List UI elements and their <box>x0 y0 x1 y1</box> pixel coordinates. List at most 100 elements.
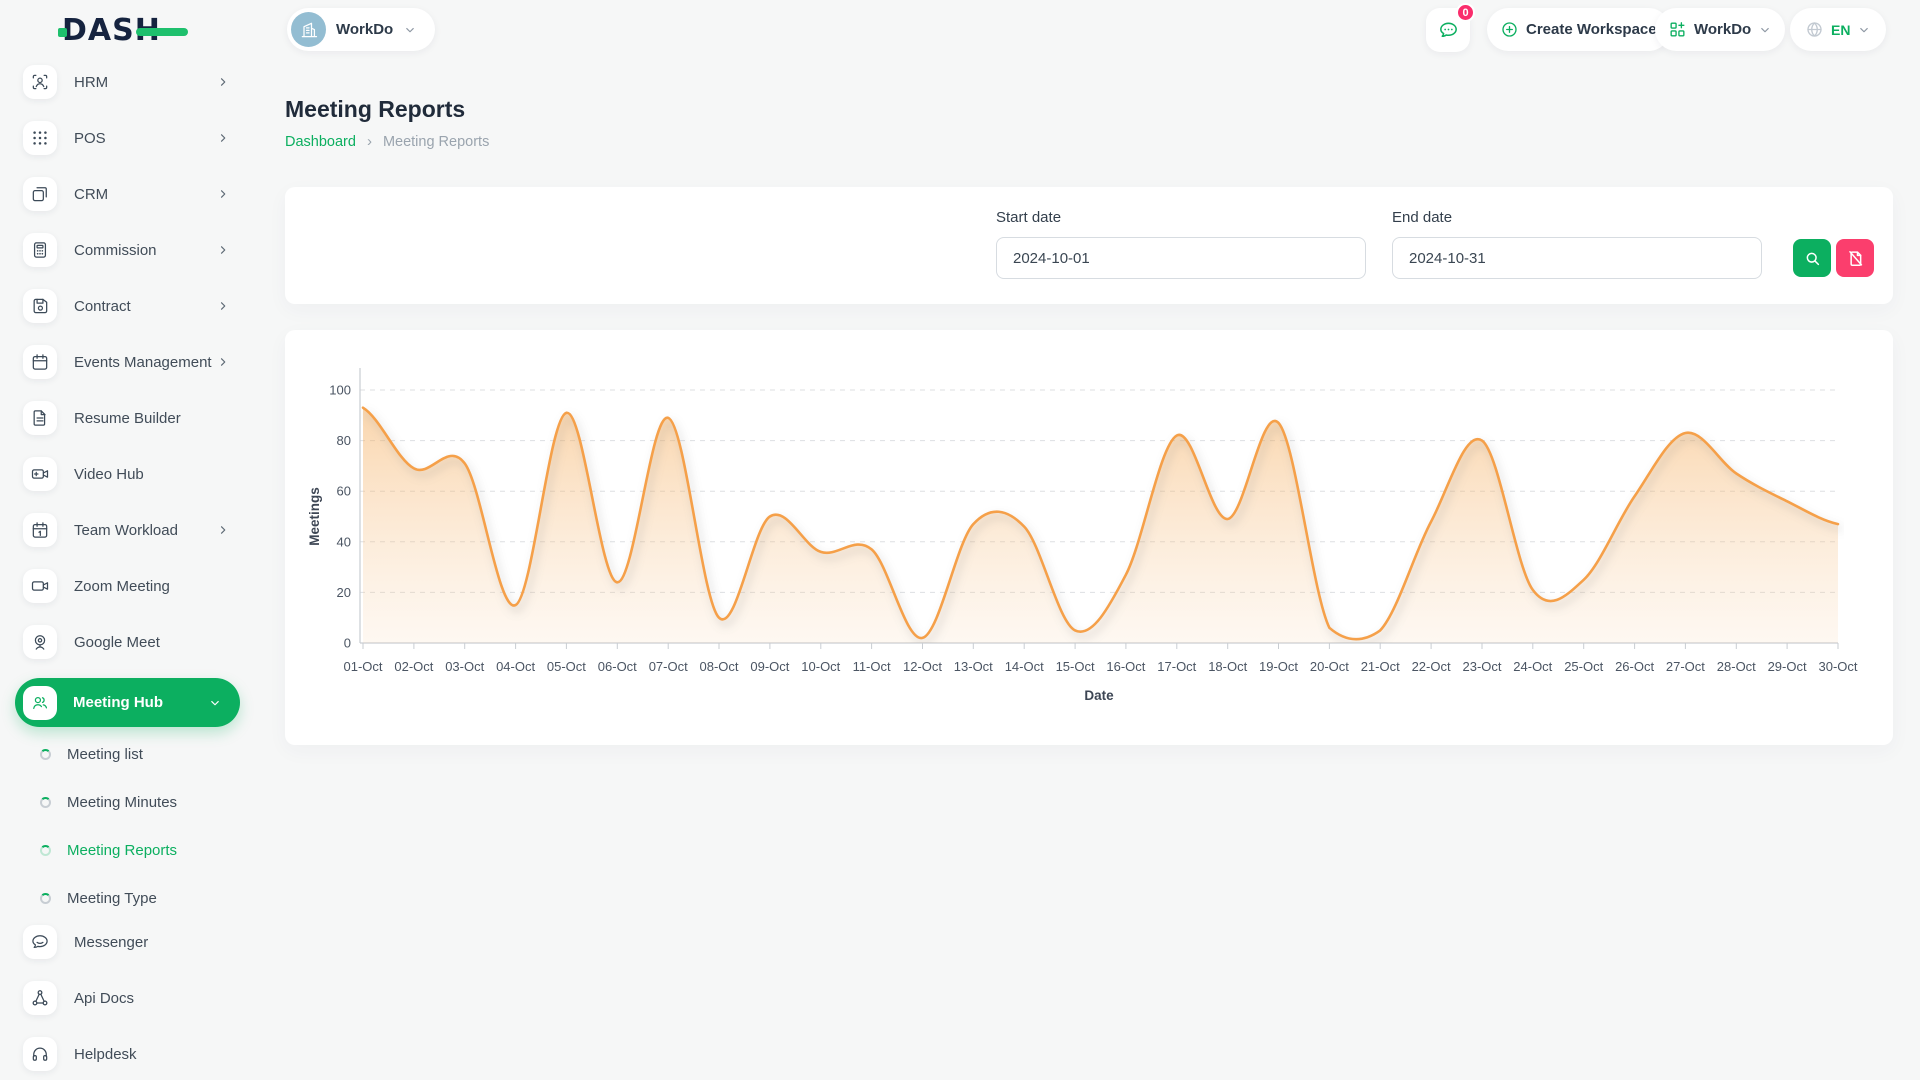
svg-text:40: 40 <box>337 534 351 549</box>
chevron-down-icon <box>403 23 417 37</box>
svg-text:13-Oct: 13-Oct <box>954 659 993 674</box>
sidebar-item-label: Contract <box>74 298 131 315</box>
sidebar-item-label: Meeting Reports <box>67 842 177 859</box>
sidebar-item-google-meet[interactable]: Google Meet <box>23 622 262 662</box>
messages-button[interactable]: 0 <box>1426 8 1470 52</box>
language-selector[interactable]: EN <box>1790 8 1886 51</box>
sidebar-item-label: Messenger <box>74 934 148 951</box>
svg-text:04-Oct: 04-Oct <box>496 659 535 674</box>
sidebar-item-hrm[interactable]: HRM <box>23 62 262 102</box>
sidebar-navigation: HRM POS CRM Commission Contract Events Manage… <box>0 62 262 1080</box>
sidebar-item-label: Meeting Hub <box>73 694 163 711</box>
chat-bubble-icon <box>23 925 57 959</box>
app-logo[interactable]: DASH <box>62 13 202 49</box>
svg-text:100: 100 <box>329 383 351 398</box>
breadcrumb-current: Meeting Reports <box>383 134 489 150</box>
workspace-avatar <box>291 12 326 47</box>
crm-icon <box>23 177 57 211</box>
svg-text:06-Oct: 06-Oct <box>598 659 637 674</box>
svg-text:0: 0 <box>344 636 351 651</box>
svg-text:60: 60 <box>337 484 351 499</box>
workspace-name: WorkDo <box>336 21 393 38</box>
sidebar-item-pos[interactable]: POS <box>23 118 262 158</box>
breadcrumb: Dashboard › Meeting Reports <box>285 133 489 150</box>
start-date-input[interactable] <box>996 237 1366 279</box>
sidebar-item-meeting-type[interactable]: Meeting Type <box>40 874 262 922</box>
svg-text:Date: Date <box>1084 688 1114 703</box>
workdo-menu-button[interactable]: WorkDo <box>1655 8 1785 51</box>
ring-icon <box>40 797 51 808</box>
page-title: Meeting Reports <box>285 96 465 123</box>
sidebar-item-label: Commission <box>74 242 157 259</box>
sidebar-item-meeting-list[interactable]: Meeting list <box>40 730 262 778</box>
chevron-down-icon <box>1758 23 1772 37</box>
meetings-area-chart: 02040608010001-Oct02-Oct03-Oct04-Oct05-O… <box>285 330 1893 745</box>
messages-badge: 0 <box>1456 3 1475 22</box>
svg-text:29-Oct: 29-Oct <box>1768 659 1807 674</box>
reset-filter-button[interactable] <box>1836 239 1874 277</box>
document-icon <box>23 401 57 435</box>
chevron-right-icon <box>216 187 230 201</box>
ring-icon <box>40 893 51 904</box>
sidebar-item-commission[interactable]: Commission <box>23 230 262 270</box>
svg-text:24-Oct: 24-Oct <box>1513 659 1552 674</box>
svg-text:Meetings: Meetings <box>307 487 322 546</box>
sidebar-item-label: Helpdesk <box>74 1046 137 1063</box>
ring-icon <box>40 749 51 760</box>
create-workspace-button[interactable]: Create Workspace <box>1487 8 1670 51</box>
sidebar-item-api-docs[interactable]: Api Docs <box>23 978 262 1018</box>
sidebar-item-label: Meeting list <box>67 746 143 763</box>
svg-text:26-Oct: 26-Oct <box>1615 659 1654 674</box>
sidebar-item-helpdesk[interactable]: Helpdesk <box>23 1034 262 1074</box>
svg-text:20-Oct: 20-Oct <box>1310 659 1349 674</box>
sidebar-item-label: HRM <box>74 74 108 91</box>
calendar-day-icon <box>23 513 57 547</box>
sidebar-item-meeting-minutes[interactable]: Meeting Minutes <box>40 778 262 826</box>
sidebar-item-messenger[interactable]: Messenger <box>23 922 262 962</box>
video-camera-icon <box>23 569 57 603</box>
ring-icon <box>40 845 51 856</box>
chat-bubble-icon <box>1437 19 1460 42</box>
apply-filter-button[interactable] <box>1793 239 1831 277</box>
breadcrumb-dashboard-link[interactable]: Dashboard <box>285 134 356 150</box>
sidebar-item-resume-builder[interactable]: Resume Builder <box>23 398 262 438</box>
svg-text:20: 20 <box>337 585 351 600</box>
sidebar-item-video-hub[interactable]: Video Hub <box>23 454 262 494</box>
sidebar-item-contract[interactable]: Contract <box>23 286 262 326</box>
workdo-menu-label: WorkDo <box>1694 21 1751 38</box>
users-icon <box>23 686 57 720</box>
video-plus-icon <box>23 457 57 491</box>
svg-text:30-Oct: 30-Oct <box>1818 659 1857 674</box>
logo-dot <box>58 28 67 37</box>
sidebar-item-label: Zoom Meeting <box>74 578 170 595</box>
sidebar-item-label: CRM <box>74 186 108 203</box>
svg-text:21-Oct: 21-Oct <box>1361 659 1400 674</box>
pos-grid-icon <box>23 121 57 155</box>
svg-text:07-Oct: 07-Oct <box>649 659 688 674</box>
chevron-right-icon <box>216 131 230 145</box>
workspace-switcher[interactable]: WorkDo <box>287 8 435 51</box>
sidebar-item-crm[interactable]: CRM <box>23 174 262 214</box>
svg-text:12-Oct: 12-Oct <box>903 659 942 674</box>
svg-text:08-Oct: 08-Oct <box>699 659 738 674</box>
hrm-icon <box>23 65 57 99</box>
sidebar-item-zoom-meeting[interactable]: Zoom Meeting <box>23 566 262 606</box>
sidebar-item-meeting-reports[interactable]: Meeting Reports <box>40 826 262 874</box>
sidebar-item-team-workload[interactable]: Team Workload <box>23 510 262 550</box>
chevron-right-icon <box>216 523 230 537</box>
sidebar-item-meeting-hub[interactable]: Meeting Hub <box>15 678 240 727</box>
contract-icon <box>23 289 57 323</box>
sidebar-item-label: POS <box>74 130 106 147</box>
sidebar-item-label: Meeting Type <box>67 890 157 907</box>
top-header: DASH WorkDo 0 Create Workspace WorkDo <box>0 0 1920 58</box>
svg-text:25-Oct: 25-Oct <box>1564 659 1603 674</box>
svg-text:28-Oct: 28-Oct <box>1717 659 1756 674</box>
chevron-down-icon <box>1857 23 1871 37</box>
end-date-input[interactable] <box>1392 237 1762 279</box>
sidebar-item-label: Video Hub <box>74 466 144 483</box>
sidebar-item-label: Events Management <box>74 354 212 371</box>
sidebar-item-events-management[interactable]: Events Management <box>23 342 262 382</box>
svg-text:19-Oct: 19-Oct <box>1259 659 1298 674</box>
plus-circle-icon <box>1500 20 1519 39</box>
search-icon <box>1803 249 1822 268</box>
